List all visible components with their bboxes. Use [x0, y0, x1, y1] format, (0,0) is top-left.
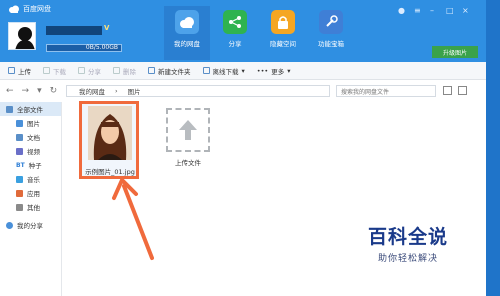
watermark: 百科全说 助你轻松解决: [368, 222, 448, 264]
baidu-netdisk-window: 百度网盘 V 0B/5.00GB 我的网盘 分享 隐藏空间 功能宝箱 ● ≡ –…: [0, 0, 486, 296]
watermark-title: 百科全说: [368, 226, 449, 248]
watermark-subtitle: 助你轻松解决: [378, 254, 439, 264]
desktop: 百度网盘 V 0B/5.00GB 我的网盘 分享 隐藏空间 功能宝箱 ● ≡ –…: [0, 0, 500, 296]
desktop-edge: [486, 0, 500, 296]
